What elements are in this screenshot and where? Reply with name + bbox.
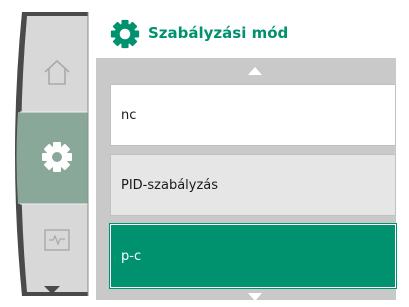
menu-item-label: p-c: [121, 248, 142, 264]
nav-monitor-button[interactable]: [26, 202, 88, 277]
nav-home-button[interactable]: [26, 32, 88, 112]
waveform-monitor-icon: [44, 228, 70, 251]
gear-icon: [42, 142, 72, 172]
menu-item-pc-selected[interactable]: p-c: [109, 223, 397, 289]
menu-item-nc[interactable]: nc: [110, 84, 396, 146]
menu-item-label: PID-szabályzás: [121, 177, 219, 193]
home-icon: [44, 59, 70, 85]
menu-item-pid[interactable]: PID-szabályzás: [110, 154, 396, 216]
page-title: Szabályzási mód: [148, 24, 289, 42]
pump-control-screen: Szabályzási mód nc PID-szabályzás p-c: [0, 0, 409, 307]
nav-scroll-down-arrow-icon[interactable]: [44, 286, 60, 296]
menu-item-label: nc: [121, 107, 137, 123]
header: Szabályzási mód: [96, 8, 396, 58]
gear-icon: [110, 19, 140, 49]
scroll-down-arrow-icon[interactable]: [248, 293, 262, 301]
scroll-up-arrow-icon[interactable]: [248, 67, 262, 75]
left-nav-rail: [8, 12, 90, 296]
nav-settings-button[interactable]: [26, 112, 88, 202]
